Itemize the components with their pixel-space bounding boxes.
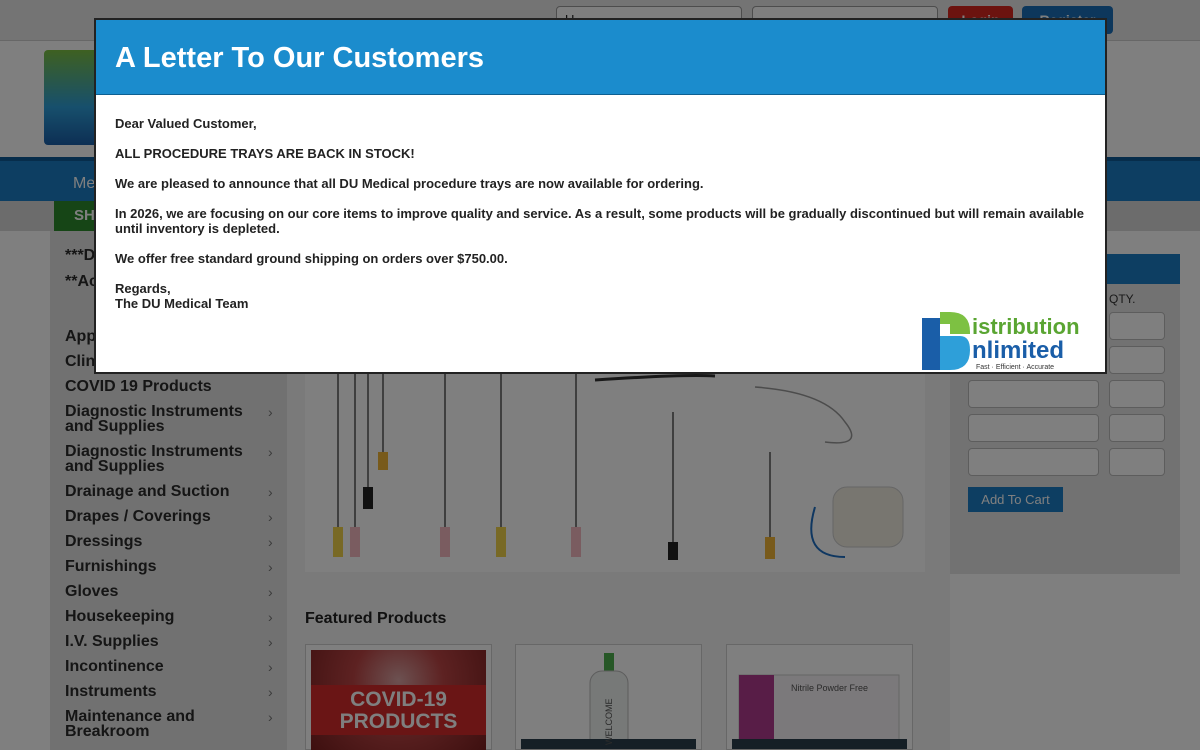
- letter-paragraph-shipping: We offer free standard ground shipping o…: [115, 251, 508, 266]
- distribution-unlimited-logo: istribution nlimited Fast · Efficient · …: [922, 312, 1080, 371]
- letter-paragraph-2026: In 2026, we are focusing on our core ite…: [115, 206, 1085, 236]
- letter-paragraph-availability: We are pleased to announce that all DU M…: [115, 176, 704, 191]
- modal-title: A Letter To Our Customers: [115, 42, 484, 74]
- letter-regards: Regards,: [115, 281, 171, 296]
- letter-announcement: ALL PROCEDURE TRAYS ARE BACK IN STOCK!: [115, 146, 415, 161]
- modal-body: Dear Valued Customer, ALL PROCEDURE TRAY…: [115, 116, 1095, 311]
- modal-header: A Letter To Our Customers: [96, 20, 1105, 95]
- logo-tagline: Fast · Efficient · Accurate: [976, 364, 1054, 371]
- logo-word-distribution: istribution: [972, 314, 1080, 339]
- letter-greeting: Dear Valued Customer,: [115, 116, 257, 131]
- letter-signature: The DU Medical Team: [115, 296, 249, 311]
- customer-letter-modal: A Letter To Our Customers Dear Valued Cu…: [94, 18, 1107, 374]
- logo-word-unlimited: nlimited: [972, 337, 1064, 364]
